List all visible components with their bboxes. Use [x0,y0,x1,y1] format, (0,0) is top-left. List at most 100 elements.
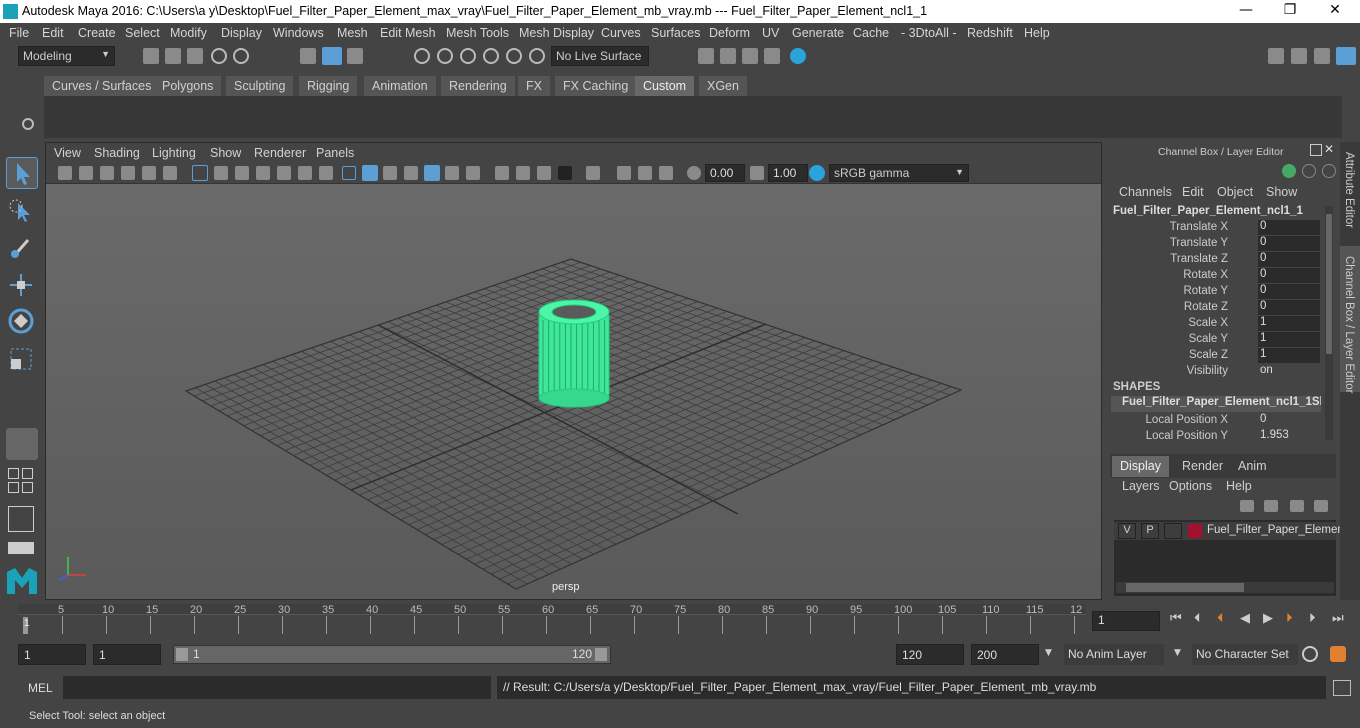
menu-curves[interactable]: Curves [601,26,641,40]
wireframe-icon[interactable] [342,166,356,180]
mode-dropdown[interactable]: Modeling ▼ [18,46,115,66]
hyper-icon[interactable] [1322,164,1336,178]
attr-translate-z[interactable]: Translate Z0 [1104,252,1324,268]
tab-xgen[interactable]: XGen [699,76,747,96]
save-scene-icon[interactable] [187,48,203,64]
gear-icon[interactable] [22,118,34,130]
textured-icon[interactable] [424,165,440,181]
go-to-start-icon[interactable]: ⏮ [1170,611,1182,626]
attr-translate-y[interactable]: Translate Y0 [1104,236,1324,252]
snap-surface-icon[interactable] [506,48,522,64]
vp-menu-view[interactable]: View [54,146,81,160]
snap-grid-icon[interactable] [414,48,430,64]
new-scene-icon[interactable] [143,48,159,64]
range-start-handle[interactable] [176,648,188,661]
channel-box-tab[interactable]: Channel Box / Layer Editor [1343,256,1355,393]
attr-rotate-y[interactable]: Rotate Y0 [1104,284,1324,300]
cb-menu-channels[interactable]: Channels [1119,185,1172,199]
undo-icon[interactable] [211,48,227,64]
grid-icon[interactable] [192,165,208,181]
safe-action-icon[interactable] [298,166,312,180]
outliner-layout-icon[interactable] [8,506,34,532]
maya-home-icon[interactable] [5,566,39,596]
attribute-scrollbar[interactable] [1325,206,1333,440]
field-chart-icon[interactable] [277,166,291,180]
shape-name[interactable]: Fuel_Filter_Paper_Element_ncl1_1Sh... [1111,396,1321,412]
lights-icon[interactable] [445,166,459,180]
select-hierarchy-icon[interactable] [300,48,316,64]
move-tool-icon[interactable] [6,270,38,302]
step-back-icon[interactable]: ⏴ [1194,611,1201,626]
step-back-key-icon[interactable]: ⏴ [1217,611,1224,626]
exposure-icon[interactable] [687,166,701,180]
render-settings-icon[interactable] [698,48,714,64]
vp-menu-shading[interactable]: Shading [94,146,140,160]
four-view-layout-icon[interactable] [8,468,34,494]
menu-mesh[interactable]: Mesh [337,26,368,40]
gamma-field[interactable]: 1.00 [768,164,808,182]
menu-file[interactable]: File [9,26,29,40]
two-d-pan-icon[interactable] [142,166,156,180]
play-backward-icon[interactable]: ◀ [1240,611,1250,626]
menu-mesh-display[interactable]: Mesh Display [519,26,594,40]
attr-local-position-y[interactable]: Local Position Y 1.953 [1104,429,1324,445]
chevron-down-icon[interactable]: ▼ [1174,648,1181,658]
menu-mesh-tools[interactable]: Mesh Tools [446,26,509,40]
image-plane-icon[interactable] [121,166,135,180]
xray-components-icon[interactable] [659,166,673,180]
tab-render[interactable]: Render [1174,456,1231,477]
grease-pencil-icon[interactable] [163,166,177,180]
speed-icon[interactable] [1302,164,1316,178]
rotate-tool-icon[interactable] [6,306,38,338]
render-view-icon[interactable] [764,48,780,64]
attr-scale-y[interactable]: Scale Y1 [1104,332,1324,348]
modeling-toolkit-icon[interactable] [1291,48,1307,64]
tab-rendering[interactable]: Rendering [441,76,515,96]
start-time-field[interactable]: 1 [18,644,86,665]
snap-point-icon[interactable] [460,48,476,64]
depth-of-field-icon[interactable] [558,166,572,180]
layer-visibility-toggle[interactable]: V [1118,523,1136,539]
show-manipulator-icon[interactable] [1282,164,1296,178]
default-material-icon[interactable] [383,166,397,180]
attribute-editor-toggle-icon[interactable] [1314,48,1330,64]
anti-aliasing-icon[interactable] [537,166,551,180]
xray-joints-icon[interactable] [638,166,652,180]
attr-rotate-x[interactable]: Rotate X0 [1104,268,1324,284]
attr-translate-x[interactable]: Translate X0 [1104,220,1324,236]
float-panel-icon[interactable] [1310,144,1322,156]
new-layer-icon[interactable] [1290,500,1304,512]
minimize-button[interactable]: — [1236,2,1256,20]
snap-curve-icon[interactable] [437,48,453,64]
menu-modify[interactable]: Modify [170,26,207,40]
layer-row[interactable]: V P Fuel_Filter_Paper_Elemen [1114,522,1344,540]
screen-space-ao-icon[interactable] [495,166,509,180]
tab-display[interactable]: Display [1112,456,1169,477]
tab-custom[interactable]: Custom [635,76,695,96]
tab-anim[interactable]: Anim [1230,456,1275,477]
playback-end-field[interactable]: 120 [896,644,964,665]
time-slider[interactable]: 5 10 15 20 25 30 35 40 45 50 55 60 65 70 75 80 85 90 95 100… [18,604,1086,634]
step-forward-key-icon[interactable]: ⏵ [1286,611,1293,626]
menu-redshift[interactable]: Redshift [967,26,1013,40]
menu-3dtoall[interactable]: - 3DtoAll - [901,26,957,40]
move-layer-down-icon[interactable] [1264,500,1278,512]
select-tool-icon[interactable] [6,157,38,189]
attr-local-position-x[interactable]: Local Position X0 [1104,413,1324,429]
vp-menu-renderer[interactable]: Renderer [254,146,306,160]
layer-name[interactable]: Fuel_Filter_Paper_Elemen [1207,524,1344,536]
vp-menu-lighting[interactable]: Lighting [152,146,196,160]
colorspace-dropdown[interactable]: sRGB gamma ▼ [829,164,969,182]
channel-box-toggle-icon[interactable] [1336,47,1356,65]
shadows-icon[interactable] [466,166,480,180]
film-gate-icon[interactable] [214,166,228,180]
mel-label[interactable]: MEL [28,681,53,695]
layer-playback-toggle[interactable]: P [1141,523,1159,539]
wireframe-on-shaded-icon[interactable] [404,166,418,180]
attr-visibility[interactable]: Visibility on [1104,364,1324,380]
viewport-scene[interactable]: persp [46,184,1101,599]
motion-blur-icon[interactable] [516,166,530,180]
menu-help[interactable]: Help [1024,26,1050,40]
tab-fx-caching[interactable]: FX Caching [555,76,637,96]
range-end-handle[interactable] [595,648,607,661]
